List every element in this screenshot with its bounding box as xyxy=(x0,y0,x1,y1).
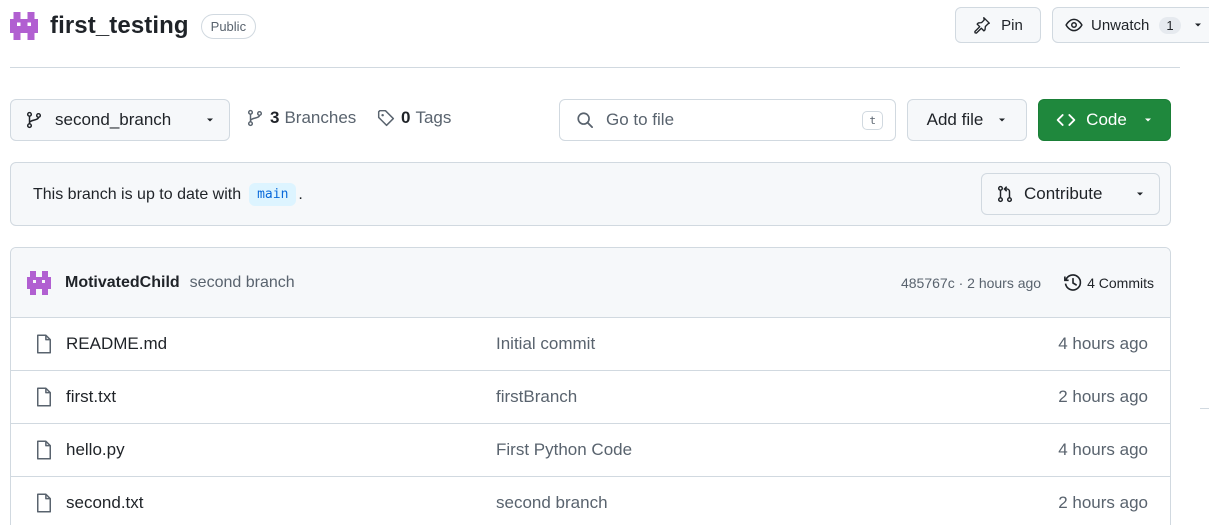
commit-author[interactable]: MotivatedChild xyxy=(65,274,180,292)
latest-commit-bar: MotivatedChild second branch 485767c · 2… xyxy=(11,248,1170,318)
tags-link[interactable]: 0 Tags xyxy=(377,108,451,128)
file-name[interactable]: README.md xyxy=(66,334,167,354)
pin-icon xyxy=(974,17,991,34)
code-icon xyxy=(1056,114,1076,126)
file-name[interactable]: second.txt xyxy=(66,493,144,513)
shortcut-key: t xyxy=(862,110,883,130)
file-updated-time: 4 hours ago xyxy=(1058,334,1148,353)
unwatch-button[interactable]: Unwatch 1 xyxy=(1052,7,1209,43)
commits-count-label: 4 Commits xyxy=(1087,274,1154,291)
code-button[interactable]: Code xyxy=(1038,99,1171,141)
tags-label: Tags xyxy=(415,108,452,127)
history-icon xyxy=(1064,273,1082,291)
repo-name[interactable]: first_testing xyxy=(50,12,189,40)
unwatch-label: Unwatch xyxy=(1091,16,1150,34)
commits-history-link[interactable]: 4 Commits xyxy=(1063,273,1154,293)
search-icon xyxy=(577,112,593,128)
pin-label: Pin xyxy=(1001,16,1023,34)
author-avatar[interactable] xyxy=(27,270,51,295)
chevron-down-icon xyxy=(1144,118,1151,122)
file-name[interactable]: hello.py xyxy=(66,440,125,460)
eye-icon xyxy=(1065,18,1083,32)
branches-link[interactable]: 3 Branches xyxy=(246,108,356,128)
base-branch-link[interactable]: main xyxy=(249,183,297,206)
chevron-down-icon xyxy=(1194,23,1201,27)
file-commit-message[interactable]: second branch xyxy=(496,493,608,513)
branch-status-box: This branch is up to date with main . Co… xyxy=(10,162,1171,226)
repo-header: first_testing Public xyxy=(10,8,257,44)
file-commit-message[interactable]: Initial commit xyxy=(496,334,595,354)
commit-message[interactable]: second branch xyxy=(190,274,295,292)
header-divider xyxy=(10,67,1180,68)
file-updated-time: 2 hours ago xyxy=(1058,387,1148,406)
file-row[interactable]: first.txt firstBranch 2 hours ago xyxy=(11,371,1170,424)
git-branch-icon xyxy=(26,111,42,129)
file-updated-time: 4 hours ago xyxy=(1058,440,1148,459)
file-icon xyxy=(37,334,51,354)
file-row[interactable]: README.md Initial commit 4 hours ago xyxy=(11,318,1170,371)
add-file-label: Add file xyxy=(926,110,984,129)
chevron-down-icon xyxy=(999,118,1006,122)
tag-icon xyxy=(377,109,395,127)
go-to-file-search[interactable]: t xyxy=(559,99,896,141)
git-branch-icon xyxy=(247,109,263,127)
status-prefix: This branch is up to date with xyxy=(33,185,242,203)
file-list: MotivatedChild second branch 485767c · 2… xyxy=(10,247,1171,525)
add-file-button[interactable]: Add file xyxy=(907,99,1027,141)
branches-count: 3 xyxy=(270,108,280,127)
branches-label: Branches xyxy=(284,108,357,127)
pull-request-icon xyxy=(997,185,1013,203)
visibility-badge: Public xyxy=(200,13,257,39)
commit-hash-time[interactable]: 485767c · 2 hours ago xyxy=(901,275,1041,291)
chevron-down-icon xyxy=(1137,192,1143,196)
file-updated-time: 2 hours ago xyxy=(1058,493,1148,512)
sidebar-divider xyxy=(1200,408,1209,409)
code-label: Code xyxy=(1086,110,1127,129)
repo-owner-avatar[interactable] xyxy=(10,12,38,40)
chevron-down-icon xyxy=(207,118,213,122)
contribute-button[interactable]: Contribute xyxy=(981,173,1160,215)
branch-name: second_branch xyxy=(55,110,172,129)
contribute-label: Contribute xyxy=(1024,184,1103,203)
file-name[interactable]: first.txt xyxy=(66,387,116,407)
file-icon xyxy=(37,493,51,513)
pin-button[interactable]: Pin xyxy=(955,7,1041,43)
file-commit-message[interactable]: First Python Code xyxy=(496,440,632,460)
file-icon xyxy=(37,440,51,460)
file-commit-message[interactable]: firstBranch xyxy=(496,387,577,407)
go-to-file-input[interactable] xyxy=(606,110,863,130)
file-row[interactable]: hello.py First Python Code 4 hours ago xyxy=(11,424,1170,477)
branch-status-text: This branch is up to date with main . xyxy=(33,183,303,206)
tags-count: 0 xyxy=(401,108,411,127)
watch-count: 1 xyxy=(1159,16,1181,34)
branch-selector[interactable]: second_branch xyxy=(10,99,230,141)
status-suffix: . xyxy=(298,185,303,203)
file-icon xyxy=(37,387,51,407)
file-row[interactable]: second.txt second branch 2 hours ago xyxy=(11,477,1170,525)
